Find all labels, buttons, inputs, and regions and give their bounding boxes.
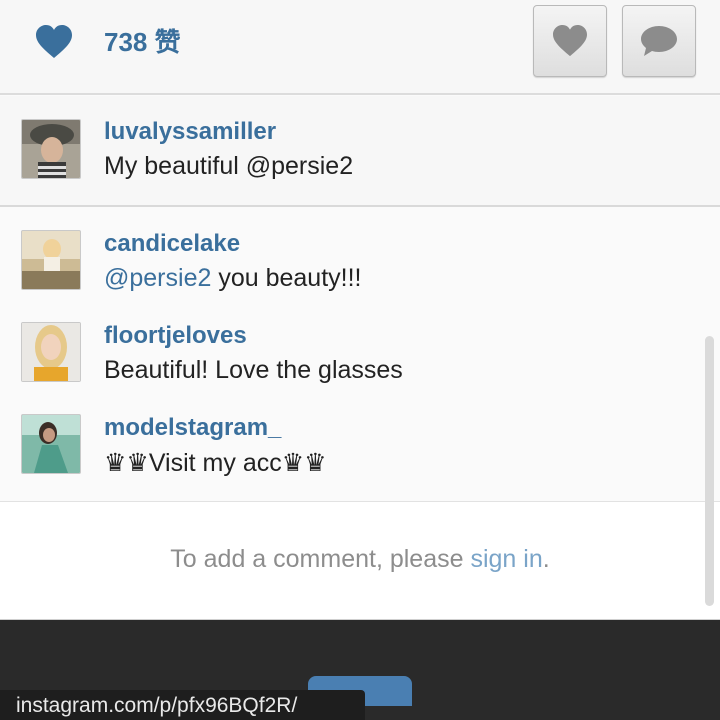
status-url: instagram.com/p/pfx96BQf2R/ xyxy=(16,694,298,717)
likes-count[interactable]: 738 赞 xyxy=(104,22,181,59)
add-comment-prompt: To add a comment, please sign in. xyxy=(0,502,720,619)
scrollbar[interactable] xyxy=(705,336,714,606)
comment-username[interactable]: candicelake xyxy=(104,230,240,258)
avatar[interactable] xyxy=(21,230,81,290)
list-item: modelstagram_ ♛♛Visit my acc♛♛ xyxy=(0,414,720,494)
caption-username[interactable]: luvalyssamiller xyxy=(104,118,276,146)
comment-list: candicelake @persie2 you beauty!!! floor… xyxy=(0,208,720,502)
mention-link[interactable]: @persie2 xyxy=(104,264,211,292)
comment-body: you beauty!!! xyxy=(211,264,362,292)
avatar[interactable] xyxy=(21,119,81,179)
list-item: floortjeloves Beautiful! Love the glasse… xyxy=(0,322,720,402)
heart-icon xyxy=(36,25,72,58)
sign-in-link[interactable]: sign in xyxy=(470,545,542,573)
heart-icon xyxy=(553,24,587,57)
photo-detail-card: 738 赞 luvalyssamiller My beautiful @pers… xyxy=(0,0,720,620)
comment-text: ♛♛Visit my acc♛♛ xyxy=(104,449,327,477)
avatar[interactable] xyxy=(21,414,81,474)
comment-username[interactable]: modelstagram_ xyxy=(104,414,281,442)
comment-button[interactable] xyxy=(622,5,696,77)
speech-bubble-icon xyxy=(641,26,677,56)
likes-bar: 738 赞 xyxy=(0,0,720,95)
comment-text: @persie2 you beauty!!! xyxy=(104,264,361,293)
avatar[interactable] xyxy=(21,322,81,382)
comment-text: Beautiful! Love the glasses xyxy=(104,356,403,384)
add-comment-text: To add a comment, please sign in. xyxy=(0,545,720,574)
like-button[interactable] xyxy=(533,5,607,77)
add-comment-prefix: To add a comment, please xyxy=(170,545,471,573)
caption-text: My beautiful @persie2 xyxy=(104,152,354,180)
add-comment-suffix: . xyxy=(542,545,550,573)
list-item: candicelake @persie2 you beauty!!! xyxy=(0,230,720,310)
comment-username[interactable]: floortjeloves xyxy=(104,322,247,350)
caption: luvalyssamiller My beautiful @persie2 xyxy=(0,96,720,207)
